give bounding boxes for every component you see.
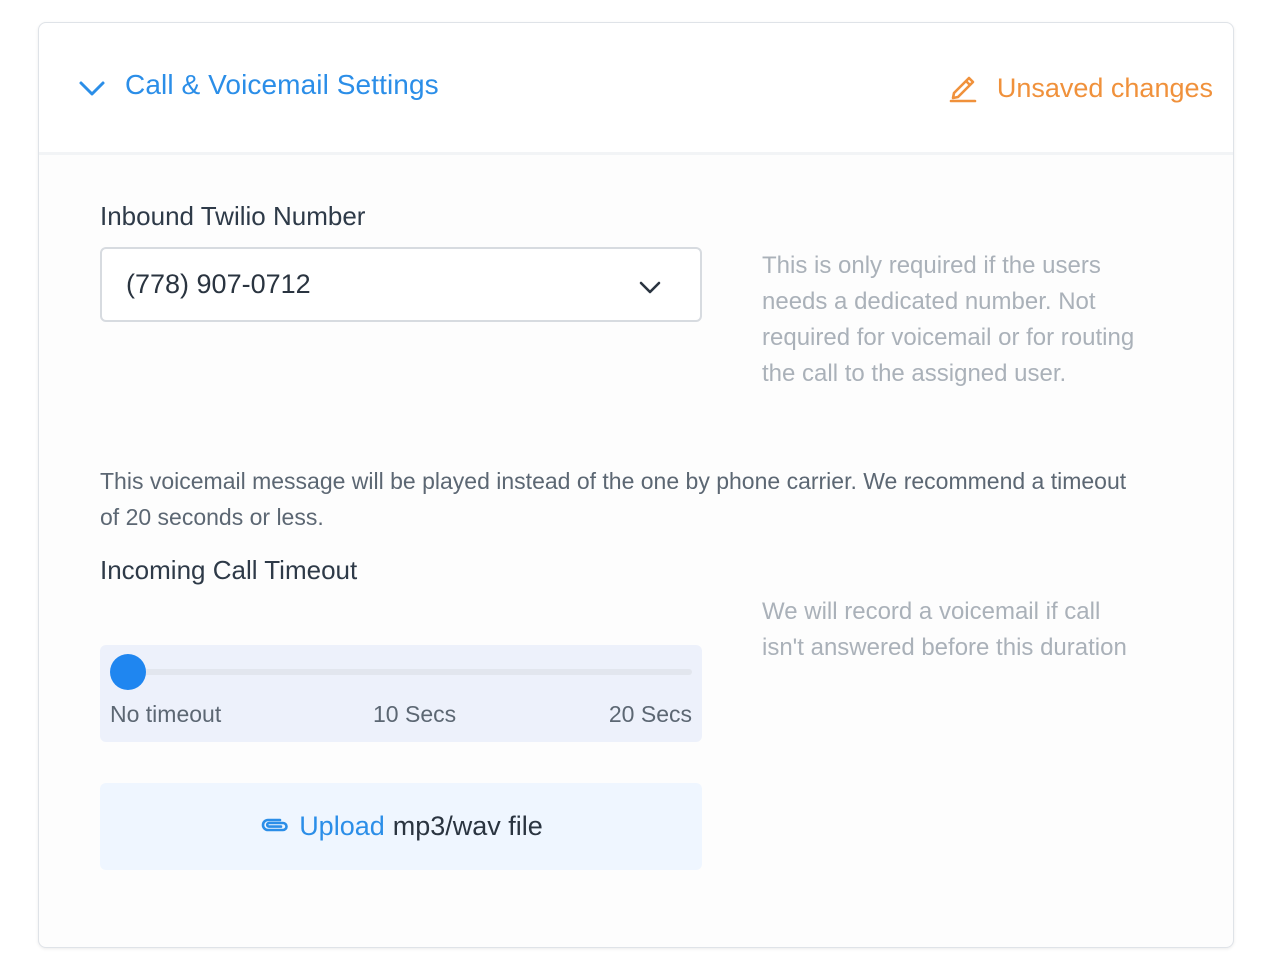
chevron-down-icon[interactable] [77,73,107,103]
paperclip-icon [259,811,291,842]
help-line: needs a dedicated number. Not [762,288,1096,315]
chevron-down-icon [638,275,662,299]
card-header: Call & Voicemail Settings Unsaved change… [39,23,1233,155]
upload-file-type-label: mp3/wav file [392,811,543,841]
timeout-slider-track[interactable] [110,654,692,690]
help-line: isn't answered before this duration [762,634,1127,661]
help-line: required for voicemail or for routing [762,324,1135,351]
unsaved-changes-label: Unsaved changes [996,73,1213,103]
pencil-icon [947,69,981,108]
upload-link[interactable]: Upload [299,811,385,842]
twilio-help-text: This is only required if the users needs… [762,248,1202,392]
tick-label-20-secs: 20 Secs [608,701,692,727]
twilio-number-select[interactable]: (778) 907-0712 [100,247,702,322]
unsaved-changes-indicator: Unsaved changes [947,69,1213,108]
upload-dropzone[interactable]: Upload mp3/wav file [100,783,702,870]
twilio-number-label: Inbound Twilio Number [100,201,366,231]
timeout-slider-thumb[interactable] [110,654,146,690]
help-line: This is only required if the users [762,252,1101,279]
twilio-number-value: (778) 907-0712 [126,269,311,299]
timeout-slider-panel: No timeout 10 Secs 20 Secs [100,645,702,742]
section-title[interactable]: Call & Voicemail Settings [125,69,439,101]
voicemail-info-text: This voicemail message will be played in… [100,468,1127,530]
tick-label-10-secs: 10 Secs [373,701,457,727]
call-timeout-label: Incoming Call Timeout [100,555,358,585]
help-line: We will record a voicemail if call [762,598,1101,625]
tick-label-no-timeout: No timeout [110,701,222,727]
timeout-help-text: We will record a voicemail if call isn't… [762,594,1202,666]
call-voicemail-settings-card: Call & Voicemail Settings Unsaved change… [38,22,1234,948]
help-line: the call to the assigned user. [762,360,1067,387]
